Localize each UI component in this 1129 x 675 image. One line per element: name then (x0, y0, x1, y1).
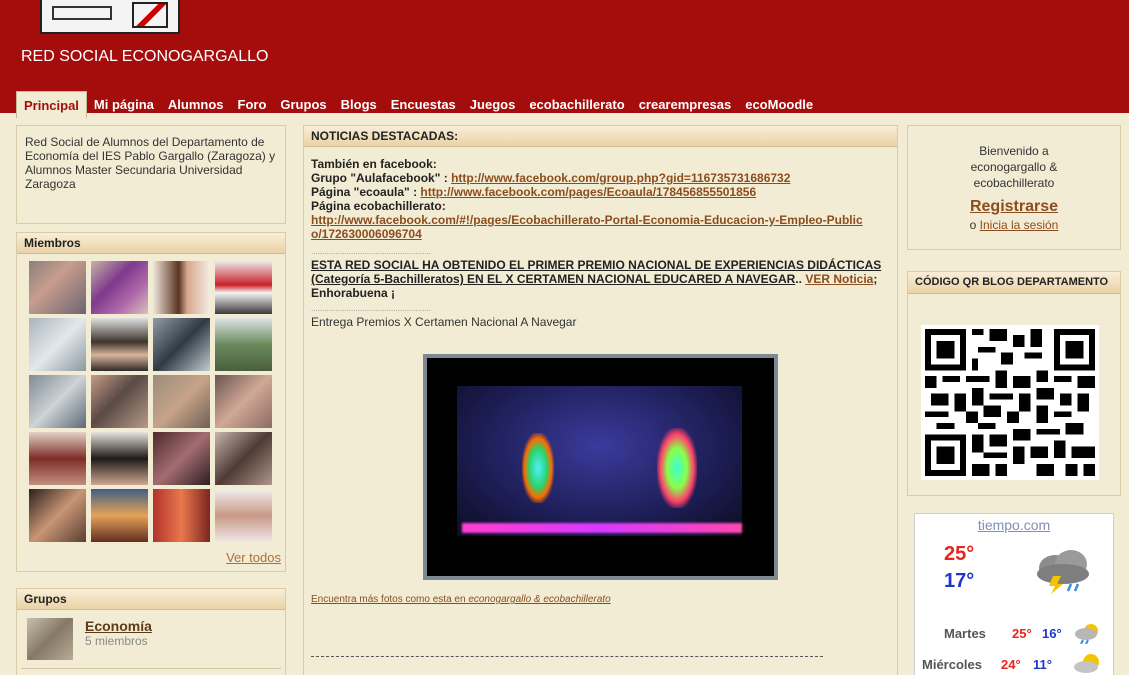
forecast-day-1-min: 16° (1042, 626, 1062, 641)
ecobachillerato-link[interactable]: http://www.facebook.com/#!/pages/Ecobach… (311, 213, 863, 241)
news-content: También en facebook: Grupo "Aulafacebook… (304, 147, 897, 335)
member-avatar[interactable] (29, 318, 86, 371)
weather-site-link[interactable]: tiempo.com (915, 517, 1113, 533)
main-nav: Principal Mi página Alumnos Foro Grupos … (16, 91, 820, 118)
member-avatar[interactable] (91, 375, 148, 428)
forecast-day-1: Martes (944, 626, 986, 641)
qr-box: CÓDIGO QR BLOG DEPARTAMENTO (907, 271, 1121, 496)
tab-encuestas[interactable]: Encuestas (384, 91, 463, 118)
member-avatar[interactable] (215, 375, 272, 428)
member-avatar[interactable] (29, 261, 86, 314)
welcome-line-2: econogargallo & (970, 160, 1058, 174)
member-avatar[interactable] (29, 432, 86, 485)
member-avatar[interactable] (91, 261, 148, 314)
news-box: NOTICIAS DESTACADAS: También en facebook… (303, 125, 898, 675)
weather-widget: tiempo.com 25° 17° Martes 25° 16° Miérco… (914, 513, 1114, 675)
group-image[interactable] (27, 618, 73, 660)
tab-juegos[interactable]: Juegos (463, 91, 523, 118)
right-column: Bienvenido a econogargallo & ecobachille… (907, 125, 1121, 675)
login-link[interactable]: Inicia la sesión (980, 218, 1059, 232)
members-grid (17, 254, 285, 549)
welcome-line-1: Bienvenido a (979, 144, 1049, 158)
more-photos-line: Encuentra más fotos como esta en econoga… (311, 594, 611, 605)
grupo-label: Grupo "Aulafacebook" : (311, 171, 452, 185)
member-avatar[interactable] (153, 261, 210, 314)
member-avatar[interactable] (153, 375, 210, 428)
left-column: Red Social de Alumnos del Departamento d… (16, 125, 286, 675)
separator-dots-2: ........................................… (311, 304, 432, 313)
members-box: Miembros Ver todos (16, 232, 286, 572)
center-column: NOTICIAS DESTACADAS: También en facebook… (303, 125, 898, 675)
forecast-day-2-max: 24° (1001, 657, 1021, 672)
today-min-temp: 17° (944, 570, 975, 592)
forecast-day-2-min: 11° (1033, 657, 1052, 672)
member-avatar[interactable] (91, 432, 148, 485)
groups-box: Grupos Economía 5 miembros (16, 588, 286, 675)
member-avatar[interactable] (215, 432, 272, 485)
intro-box: Red Social de Alumnos del Departamento d… (16, 125, 286, 224)
ecoaula-link[interactable]: http://www.facebook.com/pages/Ecoaula/17… (420, 185, 756, 199)
member-avatar[interactable] (215, 318, 272, 371)
member-avatar[interactable] (91, 318, 148, 371)
tab-grupos[interactable]: Grupos (273, 91, 333, 118)
storm-cloud-icon (1033, 546, 1095, 597)
tab-ecobachillerato[interactable]: ecobachillerato (522, 91, 631, 118)
separator-dots: ........................................… (311, 247, 432, 256)
entrega-text: Entrega Premios X Certamen Nacional A Na… (311, 315, 577, 329)
featured-photo-frame[interactable] (423, 354, 778, 580)
facebook-intro: También en facebook: (311, 157, 437, 171)
qr-code-image[interactable] (921, 325, 1099, 480)
member-avatar[interactable] (153, 489, 210, 542)
forecast-day-2: Miércoles (922, 657, 982, 672)
member-avatar[interactable] (215, 261, 272, 314)
tab-ecomoodle[interactable]: ecoMoodle (738, 91, 820, 118)
groups-title: Grupos (17, 589, 285, 610)
group-item[interactable]: Economía 5 miembros (21, 610, 281, 669)
member-avatar[interactable] (153, 318, 210, 371)
login-prefix: o (969, 218, 980, 232)
forecast-day-1-max: 25° (1012, 626, 1032, 641)
sun-cloud-icon (1073, 652, 1103, 675)
tab-foro[interactable]: Foro (231, 91, 274, 118)
pagina-label: Página "ecoaula" : (311, 185, 421, 199)
member-avatar[interactable] (215, 489, 272, 542)
member-avatar[interactable] (29, 375, 86, 428)
intro-text: Red Social de Alumnos del Departamento d… (25, 135, 276, 191)
ver-noticia-link[interactable]: VER Noticia (805, 272, 873, 286)
welcome-line-3: ecobachillerato (973, 176, 1055, 190)
premio-sep: .. (795, 272, 806, 286)
ecobach-label: Página ecobachillerato: (311, 199, 446, 213)
tab-crearempresas[interactable]: crearempresas (632, 91, 739, 118)
tab-principal[interactable]: Principal (16, 91, 87, 118)
more-photos-link[interactable]: Encuentra más fotos como esta en (311, 594, 468, 605)
group-member-count: 5 miembros (85, 634, 148, 648)
ver-todos-link[interactable]: Ver todos (226, 550, 281, 565)
sun-cloud-rain-icon (1074, 622, 1102, 647)
member-avatar[interactable] (91, 489, 148, 542)
featured-photo[interactable] (427, 358, 774, 576)
site-title[interactable]: RED SOCIAL ECONOGARGALLO (21, 48, 268, 66)
news-title: NOTICIAS DESTACADAS: (304, 126, 897, 147)
site-header: RED SOCIAL ECONOGARGALLO Principal Mi pá… (0, 0, 1129, 118)
group-name-link[interactable]: Economía (85, 618, 152, 634)
register-link[interactable]: Registrarse (908, 197, 1120, 217)
dashed-divider (311, 656, 823, 657)
site-logo[interactable] (40, 0, 180, 34)
qr-title: CÓDIGO QR BLOG DEPARTAMENTO (908, 272, 1120, 294)
today-max-temp: 25° (944, 543, 975, 565)
tab-alumnos[interactable]: Alumnos (161, 91, 231, 118)
members-title: Miembros (17, 233, 285, 254)
member-avatar[interactable] (153, 432, 210, 485)
tab-blogs[interactable]: Blogs (334, 91, 384, 118)
more-photos-site-link[interactable]: econogargallo & ecobachillerato (468, 594, 610, 605)
member-avatar[interactable] (29, 489, 86, 542)
tab-mi-pagina[interactable]: Mi página (87, 91, 161, 118)
welcome-box: Bienvenido a econogargallo & ecobachille… (907, 125, 1121, 250)
aulafacebook-link[interactable]: http://www.facebook.com/group.php?gid=11… (451, 171, 790, 185)
